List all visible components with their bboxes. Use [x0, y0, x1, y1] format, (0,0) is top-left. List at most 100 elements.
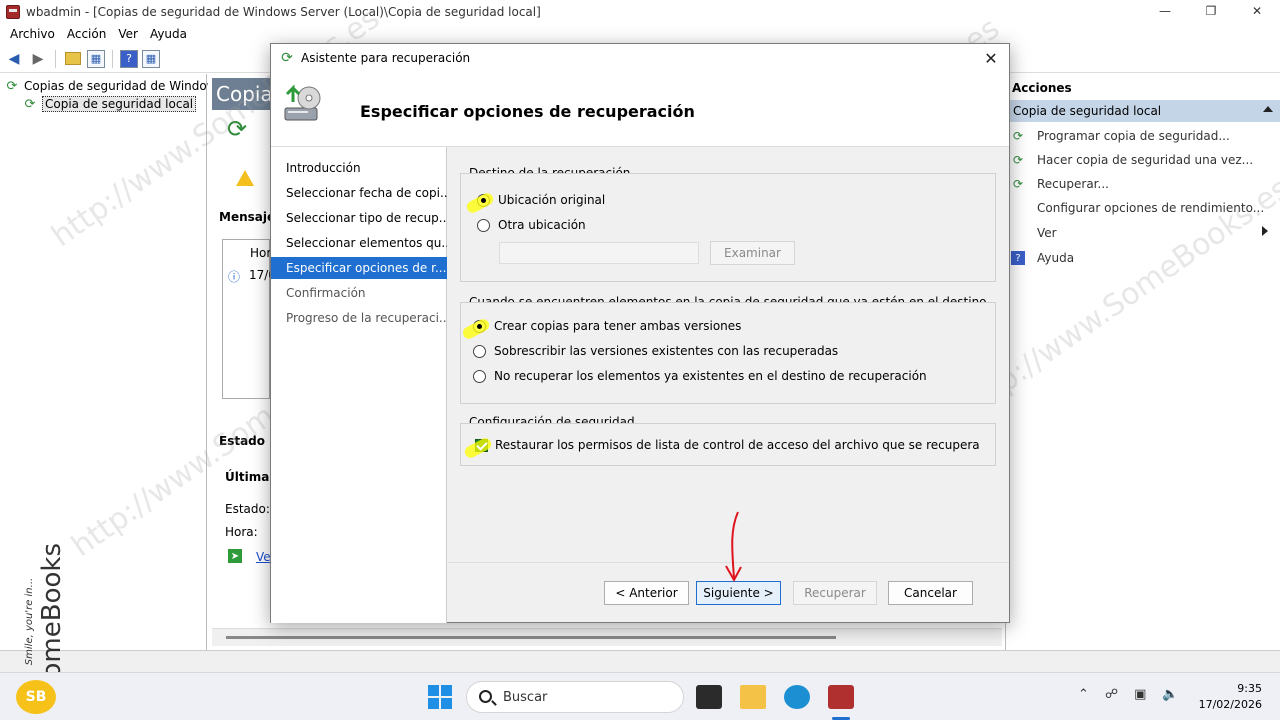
menu-accion[interactable]: Acción — [61, 27, 112, 41]
red-arrow-annotation — [725, 511, 742, 583]
radio-off-icon[interactable] — [473, 369, 486, 383]
status-bar — [0, 650, 1280, 672]
step-introduccion[interactable]: Introducción — [271, 157, 447, 179]
step-fecha[interactable]: Seleccionar fecha de copi... — [271, 182, 447, 204]
recover-icon: ⟳ — [1012, 177, 1024, 191]
radio-on-icon[interactable] — [477, 193, 490, 207]
network-icon[interactable]: ☍ — [1105, 687, 1118, 702]
window-controls: — ❐ ✕ — [1142, 0, 1280, 22]
action-pane-icon[interactable]: ▦ — [142, 49, 160, 68]
backup-once-icon: ⟳ — [1012, 153, 1024, 167]
show-hide-tree-icon[interactable]: ▦ — [87, 49, 105, 68]
back-arrow-icon[interactable]: ◀ — [4, 49, 24, 69]
warning-icon — [236, 170, 254, 186]
file-explorer-icon[interactable] — [740, 685, 766, 709]
action-recuperar[interactable]: ⟳ Recuperar... — [1010, 176, 1109, 192]
brand-logo: SB — [16, 680, 56, 714]
radio-ubicacion-original[interactable]: Ubicación original — [477, 193, 605, 207]
start-windows-icon[interactable] — [428, 685, 452, 709]
action-label: Programar copia de seguridad... — [1037, 129, 1230, 143]
horizontal-scrollbar[interactable] — [212, 628, 1002, 646]
examinar-button[interactable]: Examinar — [710, 241, 795, 265]
recovery-wizard-icon — [284, 84, 321, 121]
action-label: Recuperar... — [1037, 177, 1109, 191]
terminal-icon[interactable] — [696, 685, 722, 709]
checkbox-checked-icon[interactable] — [475, 438, 488, 452]
tree-item-root[interactable]: ⟳ Copias de seguridad de Windows — [4, 78, 223, 94]
action-ver[interactable]: Ver — [1010, 225, 1276, 241]
estado-field-label: Estado: — [225, 502, 270, 516]
recovery-wizard-dialog: ⟳ Asistente para recuperación ✕ Especifi… — [270, 43, 1010, 623]
cancelar-button[interactable]: Cancelar — [888, 581, 973, 605]
system-tray: ⌃ ☍ ▣ 🔈 — [1078, 687, 1179, 702]
edge-browser-icon[interactable] — [784, 685, 810, 709]
step-elementos[interactable]: Seleccionar elementos qu... — [271, 232, 447, 254]
action-label: Ayuda — [1037, 251, 1075, 265]
maximize-button[interactable]: ❐ — [1188, 0, 1234, 22]
forward-arrow-icon[interactable]: ▶ — [28, 49, 48, 69]
search-placeholder: Buscar — [503, 689, 548, 705]
destination-path-input[interactable] — [499, 242, 699, 264]
taskbar: Buscar ⌃ ☍ ▣ 🔈 9:35 17/02/2026 — [0, 672, 1280, 720]
close-window-button[interactable]: ✕ — [1234, 0, 1280, 22]
radio-off-icon[interactable] — [477, 218, 490, 232]
backup-icon: ⟳ — [24, 96, 36, 112]
clock[interactable]: 9:35 17/02/2026 — [1199, 681, 1262, 713]
taskbar-search[interactable]: Buscar — [466, 681, 684, 713]
wizard-steps: Introducción Seleccionar fecha de copi..… — [271, 147, 447, 623]
chevron-up-icon[interactable]: ⌃ — [1078, 687, 1089, 702]
wizard-content: Destino de la recuperación Ubicación ori… — [448, 147, 1009, 562]
blank-icon — [1010, 200, 1026, 216]
step-opciones-active[interactable]: Especificar opciones de r... — [271, 257, 447, 279]
action-configurar[interactable]: Configurar opciones de rendimiento... — [1010, 200, 1264, 216]
help-icon[interactable]: ? — [120, 49, 138, 68]
radio-otra-ubicacion[interactable]: Otra ubicación — [477, 218, 586, 232]
blank-icon — [1010, 225, 1026, 241]
group-conflictos: Crear copias para tener ambas versiones … — [460, 302, 996, 404]
action-label: Hacer copia de seguridad una vez... — [1037, 153, 1254, 167]
scrollbar-thumb[interactable] — [226, 636, 836, 639]
anterior-button[interactable]: < Anterior — [604, 581, 689, 605]
step-tipo[interactable]: Seleccionar tipo de recup... — [271, 207, 447, 229]
tree-item-local-backup[interactable]: ⟳ Copia de seguridad local — [22, 96, 197, 112]
console-tree: ⟳ Copias de seguridad de Windows ⟳ Copia… — [0, 74, 223, 650]
dialog-body: Introducción Seleccionar fecha de copi..… — [271, 146, 1009, 623]
close-icon[interactable]: ✕ — [981, 48, 1001, 68]
up-folder-icon[interactable] — [63, 49, 83, 69]
wbadmin-taskbar-icon[interactable] — [828, 685, 854, 709]
collapse-icon[interactable] — [1263, 106, 1273, 112]
messages-list[interactable] — [222, 239, 270, 399]
radio-crear-copias[interactable]: Crear copias para tener ambas versiones — [473, 319, 741, 333]
radio-on-icon[interactable] — [473, 319, 486, 333]
menu-ayuda[interactable]: Ayuda — [144, 27, 193, 41]
radio-off-icon[interactable] — [473, 344, 486, 358]
dialog-titlebar: ⟳ Asistente para recuperación ✕ — [271, 44, 1009, 72]
recuperar-button[interactable]: Recuperar — [793, 581, 877, 605]
window-titlebar: wbadmin - [Copias de seguridad de Window… — [0, 0, 1280, 24]
radio-label: Crear copias para tener ambas versiones — [494, 319, 742, 333]
backup-large-icon: ⟳ — [226, 115, 248, 143]
actions-pane: Acciones Copia de seguridad local ⟳ Prog… — [1005, 74, 1280, 650]
action-hacer-copia[interactable]: ⟳ Hacer copia de seguridad una vez... — [1010, 152, 1253, 168]
radio-label: No recuperar los elementos ya existentes… — [494, 369, 927, 383]
volume-icon[interactable]: 🔈 — [1162, 687, 1178, 702]
radio-label: Otra ubicación — [498, 218, 586, 232]
tree-root-label: Copias de seguridad de Windows — [24, 79, 223, 93]
hora-field-label: Hora: — [225, 525, 258, 539]
radio-sobrescribir[interactable]: Sobrescribir las versiones existentes co… — [473, 344, 838, 358]
estado-label: Estado — [219, 434, 266, 448]
actions-section-header[interactable]: Copia de seguridad local — [1007, 100, 1280, 122]
submenu-arrow-icon — [1262, 226, 1268, 236]
clock-date: 17/02/2026 — [1198, 698, 1262, 711]
radio-no-recuperar[interactable]: No recuperar los elementos ya existentes… — [473, 369, 927, 383]
actions-title: Acciones — [1012, 81, 1072, 95]
menu-archivo[interactable]: Archivo — [4, 27, 61, 41]
dialog-title: Asistente para recuperación — [301, 51, 471, 65]
checkbox-restaurar-permisos[interactable]: Restaurar los permisos de lista de contr… — [475, 438, 980, 452]
action-ayuda[interactable]: ? Ayuda — [1010, 250, 1074, 266]
minimize-button[interactable]: — — [1142, 0, 1188, 22]
menu-ver[interactable]: Ver — [112, 27, 144, 41]
group-seguridad: Restaurar los permisos de lista de contr… — [460, 423, 996, 466]
action-programar[interactable]: ⟳ Programar copia de seguridad... — [1010, 128, 1230, 144]
display-icon[interactable]: ▣ — [1134, 687, 1146, 702]
